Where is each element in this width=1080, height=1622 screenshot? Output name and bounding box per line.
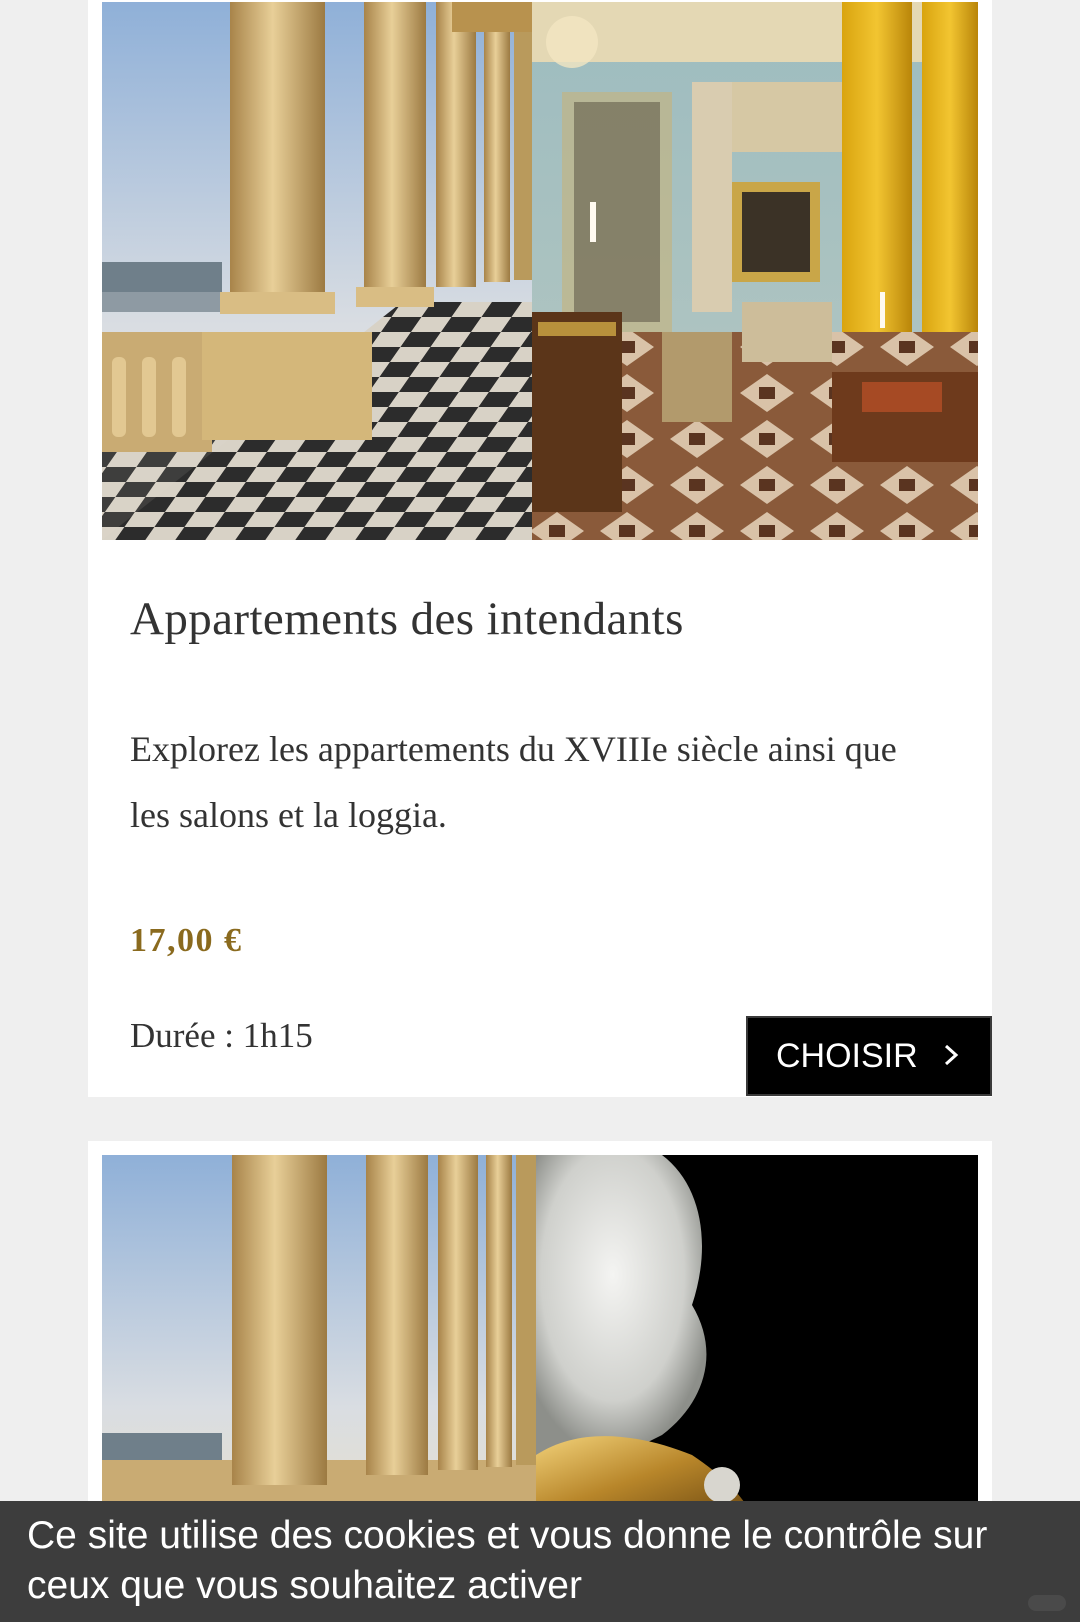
offer-duration: Durée : 1h15 bbox=[130, 1016, 313, 1055]
colonnade-and-bust-photo bbox=[102, 1155, 978, 1515]
scroll-indicator bbox=[1028, 1595, 1066, 1611]
offer-image bbox=[102, 1155, 978, 1515]
offer-card: Appartements des intendants Explorez les… bbox=[88, 0, 992, 1097]
offer-description: Explorez les appartements du XVIIIe sièc… bbox=[130, 729, 897, 835]
offer-price: 17,00 € bbox=[130, 922, 243, 959]
choose-button-label: CHOISIR bbox=[776, 1036, 918, 1075]
cookie-banner-text: Ce site utilise des cookies et vous donn… bbox=[27, 1514, 988, 1607]
offer-image bbox=[102, 2, 978, 540]
offer-title: Appartements des intendants bbox=[130, 593, 684, 645]
colonnade-and-salon-photo bbox=[102, 2, 978, 540]
chevron-right-icon bbox=[944, 1044, 959, 1066]
choose-button[interactable]: CHOISIR bbox=[746, 1016, 992, 1096]
cookie-banner: Ce site utilise des cookies et vous donn… bbox=[0, 1501, 1080, 1622]
